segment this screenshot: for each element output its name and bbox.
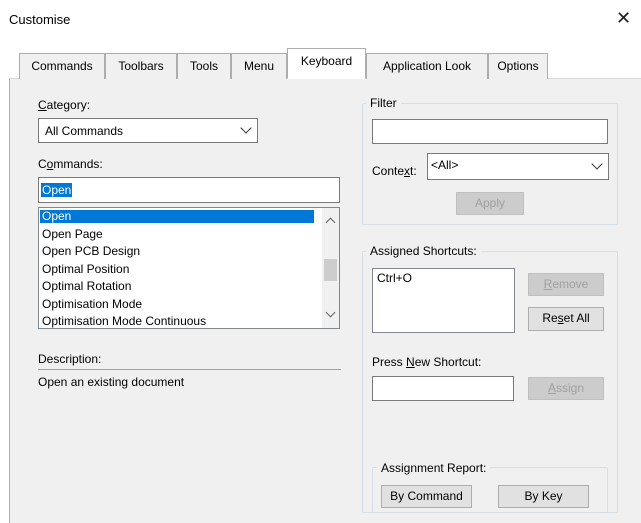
commands-scrollbar[interactable] xyxy=(322,208,339,328)
list-item[interactable]: Open Page xyxy=(40,228,314,241)
description-divider xyxy=(38,369,341,370)
list-item[interactable]: Optimisation Mode xyxy=(40,298,314,311)
tab-keyboard[interactable]: Keyboard xyxy=(287,48,366,79)
assigned-shortcuts-list[interactable]: Ctrl+O xyxy=(372,268,515,333)
window-title: Customise xyxy=(9,12,71,27)
remove-button[interactable]: Remove xyxy=(528,273,604,296)
filter-input[interactable] xyxy=(372,119,608,144)
list-item[interactable]: Optimisation Mode Continuous xyxy=(40,315,314,328)
category-dropdown[interactable]: All Commands xyxy=(38,118,258,143)
assignment-report-title: Assignment Report: xyxy=(377,461,491,475)
press-new-shortcut-label: Press New Shortcut: xyxy=(372,355,482,369)
chevron-down-icon xyxy=(240,122,252,134)
by-command-button[interactable]: By Command xyxy=(381,485,472,508)
scroll-down-icon[interactable] xyxy=(325,307,336,318)
list-item[interactable]: Optimal Rotation xyxy=(40,280,314,293)
tab-application-look[interactable]: Application Look xyxy=(366,53,488,79)
apply-button[interactable]: Apply xyxy=(456,192,524,215)
tab-commands[interactable]: Commands xyxy=(19,53,105,79)
reset-all-button[interactable]: Reset All xyxy=(528,307,604,331)
category-label: Category: xyxy=(38,98,91,112)
list-item[interactable]: Ctrl+O xyxy=(374,272,513,285)
tab-options[interactable]: Options xyxy=(488,53,548,79)
title-bar xyxy=(0,0,641,40)
context-label: Context: xyxy=(372,164,417,178)
context-dropdown[interactable]: <All> xyxy=(427,153,609,180)
command-search-input[interactable]: Open xyxy=(38,177,340,203)
tab-toolbars[interactable]: Toolbars xyxy=(105,53,177,79)
close-icon[interactable]: ✕ xyxy=(616,9,631,27)
list-item[interactable]: Open xyxy=(40,210,314,223)
list-item[interactable]: Optimal Position xyxy=(40,263,314,276)
assigned-shortcuts-title: Assigned Shortcuts: xyxy=(366,244,481,258)
description-label: Description: xyxy=(38,352,102,366)
filter-title: Filter xyxy=(366,96,401,110)
description-text: Open an existing document xyxy=(38,375,185,389)
assign-button[interactable]: Assign xyxy=(528,377,604,400)
commands-listbox[interactable]: Open Open Page Open PCB Design Optimal P… xyxy=(38,207,340,329)
chevron-down-icon xyxy=(591,158,603,170)
by-key-button[interactable]: By Key xyxy=(498,485,589,508)
scroll-up-icon[interactable] xyxy=(325,217,336,228)
tab-tools[interactable]: Tools xyxy=(177,53,231,79)
list-item[interactable]: Open PCB Design xyxy=(40,245,314,258)
tab-menu[interactable]: Menu xyxy=(231,53,287,79)
commands-label: Commands: xyxy=(38,157,103,171)
scroll-thumb[interactable] xyxy=(324,259,337,281)
new-shortcut-input[interactable] xyxy=(372,376,514,401)
